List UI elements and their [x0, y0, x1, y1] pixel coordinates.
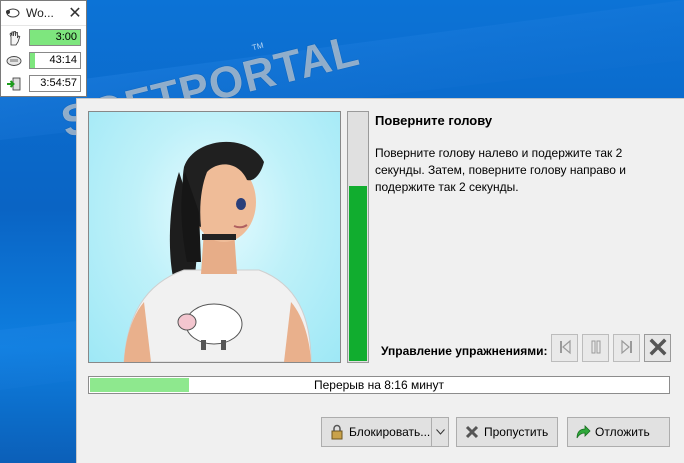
break-progress-bar: Перерыв на 8:16 минут	[88, 376, 670, 394]
skip-x-icon	[462, 423, 482, 441]
mini-monitor-window[interactable]: Wo... ✕ 3:00 43:14 3:54:57	[0, 0, 87, 97]
chevron-down-icon[interactable]	[431, 418, 448, 446]
lock-dropdown-button[interactable]: Блокировать...	[321, 417, 449, 447]
skip-button-label: Пропустить	[484, 425, 549, 439]
hand-icon	[5, 30, 23, 46]
break-duration-label: Перерыв на 8:16 минут	[313, 378, 445, 392]
next-exercise-button[interactable]	[613, 334, 640, 362]
daily-limit-timer-bar: 3:54:57	[29, 75, 81, 92]
previous-exercise-button[interactable]	[551, 334, 578, 362]
postpone-button-label: Отложить	[595, 425, 650, 439]
close-icon[interactable]: ✕	[64, 3, 86, 23]
lock-button-label: Блокировать...	[349, 425, 431, 439]
sheep-app-icon	[5, 6, 21, 20]
mini-window-title: Wo...	[26, 6, 54, 20]
exercise-title: Поверните голову	[375, 113, 493, 128]
skip-button[interactable]: Пропустить	[456, 417, 558, 447]
rest-break-timer-value: 43:14	[49, 54, 77, 66]
next-icon	[620, 339, 634, 358]
mini-title-bar[interactable]: Wo... ✕	[1, 1, 86, 26]
exercise-description: Поверните голову налево и подержите так …	[375, 146, 626, 194]
postpone-button[interactable]: Отложить	[567, 417, 670, 447]
previous-icon	[558, 339, 572, 358]
micro-break-timer-value: 3:00	[55, 31, 77, 43]
pause-icon	[589, 339, 603, 358]
stop-exercise-button[interactable]	[644, 334, 671, 362]
stop-icon	[649, 338, 667, 359]
exercise-progress-bar	[347, 111, 369, 363]
pause-exercise-button[interactable]	[582, 334, 609, 362]
lock-icon	[327, 423, 347, 441]
rest-break-timer-bar: 43:14	[29, 52, 81, 69]
exercise-window: Поверните голову Поверните голову налево…	[76, 98, 684, 463]
mini-row-daily-limit: 3:54:57	[1, 72, 86, 95]
keyboard-icon	[5, 53, 23, 69]
daily-limit-timer-value: 3:54:57	[40, 77, 77, 89]
postpone-arrow-icon	[573, 423, 593, 441]
mini-row-rest-break: 43:14	[1, 49, 86, 72]
exit-icon	[5, 76, 23, 92]
exercise-controls-label: Управление упражнениями:	[381, 344, 548, 358]
mini-row-micro-break: 3:00	[1, 26, 86, 49]
micro-break-timer-bar: 3:00	[29, 29, 81, 46]
exercise-illustration	[88, 111, 341, 363]
